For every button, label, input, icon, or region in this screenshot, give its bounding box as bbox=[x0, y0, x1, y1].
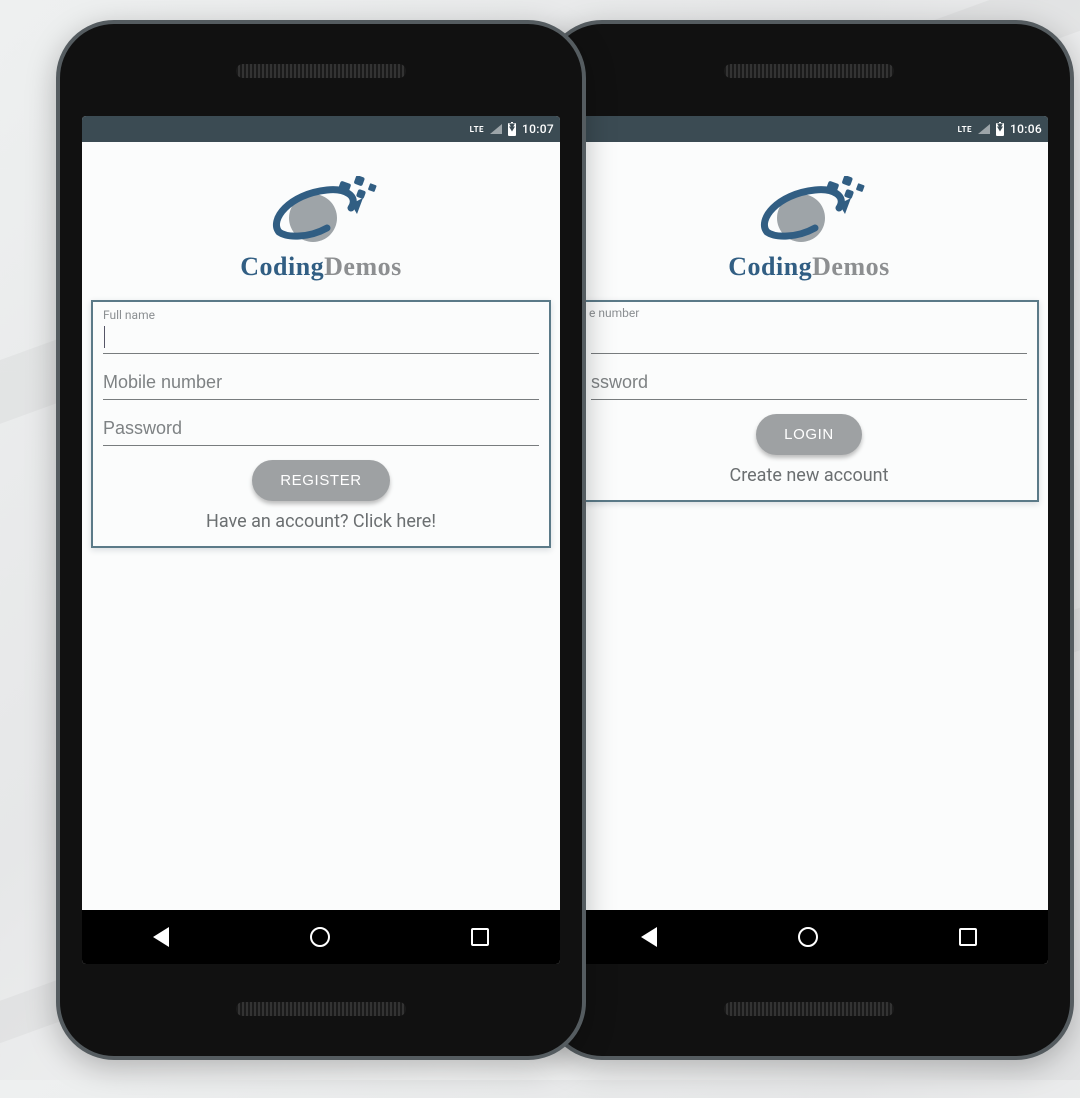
app-content: CodingDemos e number LOGIN Create new ac… bbox=[570, 142, 1048, 910]
status-clock: 10:06 bbox=[1010, 122, 1042, 136]
brand-text: CodingDemos bbox=[728, 252, 890, 282]
speaker-bottom bbox=[236, 1002, 406, 1016]
network-lte-label: LTE bbox=[958, 125, 972, 134]
android-nav-bar bbox=[570, 910, 1048, 964]
password-input[interactable] bbox=[591, 368, 1027, 400]
brand-part-a: Coding bbox=[728, 252, 812, 281]
nav-back-icon[interactable] bbox=[153, 927, 169, 947]
nav-overview-icon[interactable] bbox=[471, 928, 489, 946]
planet-logo-icon bbox=[749, 176, 869, 250]
create-account-link[interactable]: Create new account bbox=[591, 465, 1027, 486]
full-name-label: Full name bbox=[103, 308, 539, 322]
screen-right: LTE 10:06 CodingDemos bbox=[570, 116, 1048, 964]
mobile-number-field-fragment[interactable]: e number bbox=[591, 306, 1027, 354]
register-form-card: Full name REGISTER Have an account? Clic… bbox=[91, 300, 551, 548]
status-bar: LTE 10:07 bbox=[82, 116, 560, 142]
password-input[interactable] bbox=[103, 414, 539, 446]
register-button[interactable]: REGISTER bbox=[252, 460, 389, 501]
password-field[interactable] bbox=[103, 414, 539, 446]
signal-icon bbox=[490, 124, 502, 134]
battery-icon bbox=[996, 123, 1004, 136]
phone-device-right: LTE 10:06 CodingDemos bbox=[544, 20, 1074, 1060]
app-logo: CodingDemos bbox=[728, 176, 890, 282]
android-nav-bar bbox=[82, 910, 560, 964]
field-label-fragment: e number bbox=[589, 306, 1027, 320]
phone-device-left: LTE 10:07 CodingDemos bbox=[56, 20, 586, 1060]
brand-part-a: Coding bbox=[240, 252, 324, 281]
nav-home-icon[interactable] bbox=[310, 927, 330, 947]
network-lte-label: LTE bbox=[470, 125, 484, 134]
password-field-fragment[interactable] bbox=[591, 368, 1027, 400]
nav-home-icon[interactable] bbox=[798, 927, 818, 947]
brand-part-b: Demos bbox=[812, 252, 890, 281]
full-name-field[interactable]: Full name bbox=[103, 308, 539, 354]
mobile-number-input[interactable] bbox=[103, 368, 539, 400]
screen-left: LTE 10:07 CodingDemos bbox=[82, 116, 560, 964]
planet-logo-icon bbox=[261, 176, 381, 250]
mobile-number-input[interactable] bbox=[591, 322, 1027, 354]
app-content: CodingDemos Full name REGISTER bbox=[82, 142, 560, 910]
nav-back-icon[interactable] bbox=[641, 927, 657, 947]
full-name-input[interactable] bbox=[105, 323, 539, 354]
brand-part-b: Demos bbox=[324, 252, 402, 281]
mobile-number-field[interactable] bbox=[103, 368, 539, 400]
login-button[interactable]: LOGIN bbox=[756, 414, 862, 455]
speaker-top bbox=[724, 64, 894, 78]
status-clock: 10:07 bbox=[522, 122, 554, 136]
text-cursor-icon bbox=[104, 326, 105, 348]
speaker-top bbox=[236, 64, 406, 78]
app-logo: CodingDemos bbox=[240, 176, 402, 282]
login-form-card: e number LOGIN Create new account bbox=[579, 300, 1039, 502]
signal-icon bbox=[978, 124, 990, 134]
brand-text: CodingDemos bbox=[240, 252, 402, 282]
speaker-bottom bbox=[724, 1002, 894, 1016]
battery-icon bbox=[508, 123, 516, 136]
have-account-link[interactable]: Have an account? Click here! bbox=[103, 511, 539, 532]
status-bar: LTE 10:06 bbox=[570, 116, 1048, 142]
nav-overview-icon[interactable] bbox=[959, 928, 977, 946]
